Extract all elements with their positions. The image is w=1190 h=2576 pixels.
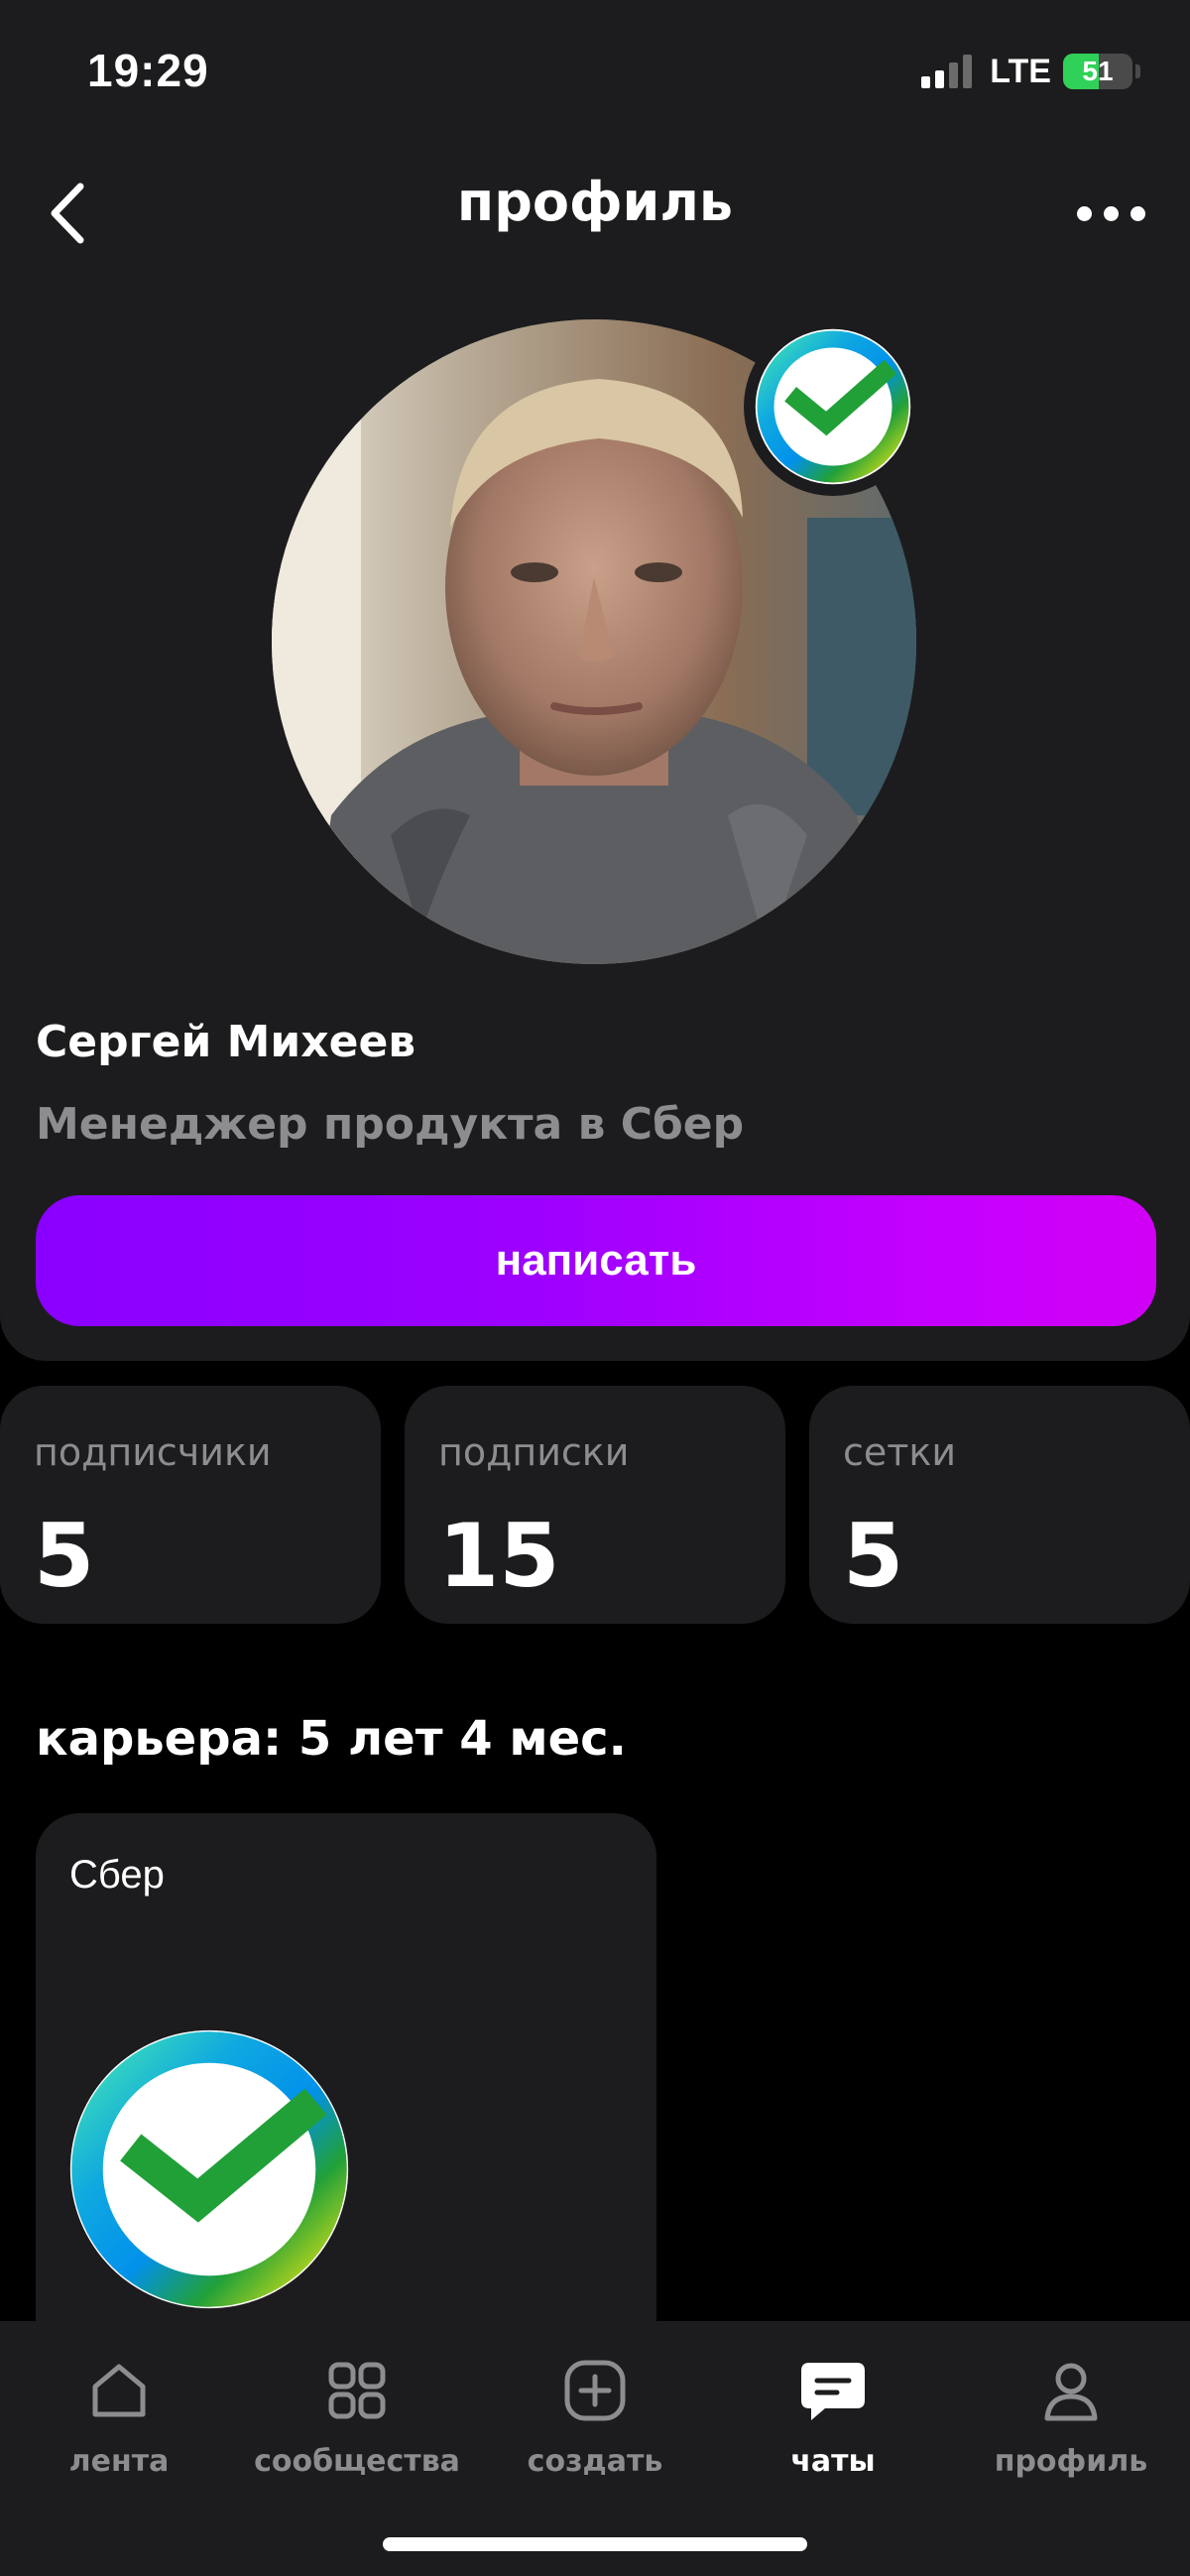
nav-label: создать bbox=[527, 2444, 663, 2479]
stat-value: 15 bbox=[438, 1505, 560, 1607]
nav-item-feed[interactable]: лента bbox=[0, 2343, 238, 2512]
person-icon bbox=[1044, 2363, 1098, 2421]
sber-logo-icon bbox=[69, 2029, 349, 2309]
grid-icon bbox=[328, 2362, 386, 2419]
write-message-button[interactable]: написать bbox=[36, 1195, 1156, 1326]
stat-card-following[interactable]: подписки 15 bbox=[405, 1386, 785, 1624]
verified-badge bbox=[744, 317, 922, 496]
nav-label: профиль bbox=[994, 2444, 1148, 2479]
nav-item-communities[interactable]: сообщества bbox=[238, 2343, 476, 2512]
stat-value: 5 bbox=[34, 1505, 95, 1607]
status-indicators: LTE 51 bbox=[921, 50, 1140, 93]
stat-label: подписчики bbox=[34, 1430, 272, 1474]
profile-name: Сергей Михеев bbox=[36, 1017, 416, 1067]
plus-square-icon bbox=[564, 2360, 626, 2421]
nav-item-profile[interactable]: профиль bbox=[952, 2343, 1190, 2512]
profile-role: Менеджер продукта в Сбер bbox=[36, 1099, 745, 1150]
home-icon bbox=[92, 2364, 146, 2417]
more-dot-icon bbox=[1130, 205, 1145, 221]
career-title: карьера: 5 лет 4 мес. bbox=[36, 1711, 627, 1767]
more-options-button[interactable] bbox=[1061, 184, 1160, 243]
signal-icon bbox=[921, 55, 973, 88]
network-type: LTE bbox=[990, 52, 1051, 90]
more-dot-icon bbox=[1076, 205, 1092, 221]
battery-percent: 51 bbox=[1082, 56, 1114, 86]
home-indicator[interactable] bbox=[383, 2537, 807, 2551]
nav-label: лента bbox=[68, 2444, 170, 2479]
stat-value: 5 bbox=[843, 1505, 904, 1607]
stat-label: подписки bbox=[438, 1430, 630, 1474]
more-dot-icon bbox=[1103, 205, 1119, 221]
chat-icon bbox=[801, 2363, 865, 2420]
battery-icon: 51 bbox=[1063, 54, 1132, 89]
nav-item-create[interactable]: создать bbox=[476, 2343, 714, 2512]
sber-logo-icon bbox=[755, 328, 911, 485]
career-company-name: Сбер bbox=[69, 1853, 165, 1897]
career-card[interactable]: Сбер bbox=[36, 1813, 656, 2408]
nav-label: сообщества bbox=[254, 2444, 460, 2479]
battery-cap bbox=[1135, 64, 1140, 78]
page-title: профиль bbox=[456, 171, 734, 233]
stat-card-networks[interactable]: сетки 5 bbox=[809, 1386, 1190, 1624]
stat-card-followers[interactable]: подписчики 5 bbox=[0, 1386, 381, 1624]
nav-label: чаты bbox=[790, 2444, 876, 2479]
nav-item-chats[interactable]: чаты bbox=[714, 2343, 952, 2512]
status-time: 19:29 bbox=[87, 45, 209, 96]
stat-label: сетки bbox=[843, 1430, 957, 1474]
